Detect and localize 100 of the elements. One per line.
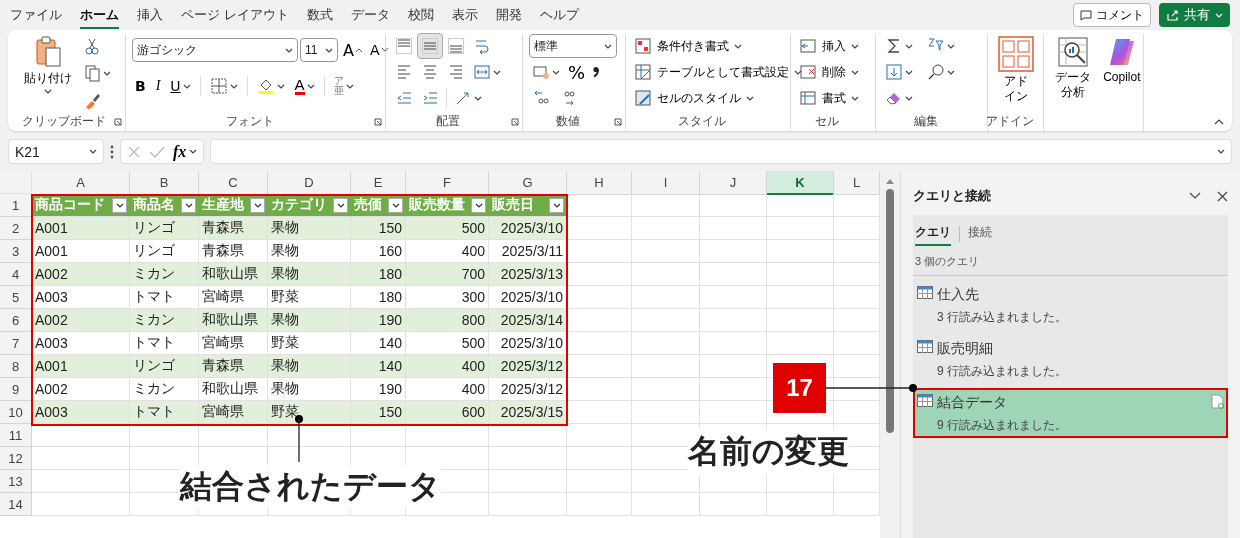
font-size-dropdown[interactable]: 11 xyxy=(300,38,338,62)
column-header[interactable]: K xyxy=(767,171,834,195)
filter-button[interactable] xyxy=(471,197,486,213)
row-header[interactable]: 14 xyxy=(0,493,32,516)
dialog-launcher-icon[interactable] xyxy=(614,118,622,126)
ribbon-tab[interactable]: ページ レイアウト xyxy=(181,1,289,29)
filter-button[interactable] xyxy=(112,197,127,213)
row-header[interactable]: 3 xyxy=(0,240,32,263)
formula-input[interactable] xyxy=(210,139,1232,164)
ribbon-tab[interactable]: ヘルプ xyxy=(539,1,579,29)
ribbon-tab[interactable]: 数式 xyxy=(306,1,333,29)
empty-cell xyxy=(632,378,700,401)
table-cell: 2025/3/13 xyxy=(489,263,567,286)
column-header[interactable]: I xyxy=(632,171,700,195)
ribbon-tab[interactable]: 挿入 xyxy=(137,1,163,29)
filter-button[interactable] xyxy=(181,197,196,213)
filter-button[interactable] xyxy=(333,197,348,213)
row-header[interactable]: 13 xyxy=(0,470,32,493)
group-label: クリップボード xyxy=(20,113,107,130)
row-header[interactable]: 11 xyxy=(0,424,32,447)
table-cell: 2025/3/10 xyxy=(489,217,567,240)
name-box[interactable]: K21 xyxy=(8,139,104,164)
ribbon-tab[interactable]: 校閲 xyxy=(407,1,434,29)
table-icon xyxy=(917,394,933,407)
font-dropdown[interactable]: 游ゴシック xyxy=(132,38,298,62)
row-header[interactable]: 12 xyxy=(0,447,32,470)
query-item[interactable]: 販売明細 9 行読み込まれました。 xyxy=(913,334,1228,384)
share-icon xyxy=(1166,9,1179,21)
column-header[interactable]: C xyxy=(199,171,268,195)
row-header[interactable]: 4 xyxy=(0,263,32,286)
cancel-icon[interactable] xyxy=(127,144,141,159)
refresh-document-icon[interactable] xyxy=(1211,394,1224,409)
row-header[interactable]: 9 xyxy=(0,378,32,401)
caret-icon xyxy=(182,83,191,89)
check-icon[interactable] xyxy=(149,144,165,159)
row-header[interactable]: 5 xyxy=(0,286,32,309)
align-middle-button[interactable] xyxy=(418,34,442,58)
row-header[interactable]: 7 xyxy=(0,332,32,355)
chevron-down-icon[interactable] xyxy=(1189,192,1201,200)
caret-icon xyxy=(1217,149,1225,154)
panel-tab[interactable]: 接続 xyxy=(968,221,992,246)
column-header[interactable]: D xyxy=(268,171,351,195)
row-header[interactable]: 2 xyxy=(0,217,32,240)
caret-icon xyxy=(905,95,913,101)
row-header[interactable]: 6 xyxy=(0,309,32,332)
filter-button[interactable] xyxy=(250,197,265,213)
font-color-button[interactable]: A xyxy=(291,74,318,98)
group-label: 数値 xyxy=(555,112,581,130)
caret-icon xyxy=(345,83,354,89)
column-header[interactable]: H xyxy=(567,171,632,195)
dialog-launcher-icon[interactable] xyxy=(374,118,382,126)
table-cell: 和歌山県 xyxy=(199,309,268,332)
comment-button[interactable]: コメント xyxy=(1073,3,1151,27)
analyze-data-button[interactable]: データ分析 xyxy=(1050,34,1096,111)
column-heading: 商品コード xyxy=(35,196,105,214)
paint-bucket-icon xyxy=(256,77,275,95)
phonetic-button[interactable]: ア亜 xyxy=(330,74,357,98)
paste-button[interactable]: 貼り付け xyxy=(20,34,76,112)
query-item[interactable]: 結合データ 9 行読み込まれました。 xyxy=(913,388,1228,438)
underline-button[interactable]: U xyxy=(167,74,194,98)
query-item[interactable]: 仕入先 3 行読み込まれました。 xyxy=(913,280,1228,330)
ribbon-tab[interactable]: ホーム xyxy=(80,1,119,29)
collapse-ribbon-icon[interactable] xyxy=(1214,119,1224,125)
empty-cell xyxy=(567,470,632,493)
percent-button[interactable]: % xyxy=(565,60,589,84)
share-button[interactable]: 共有 xyxy=(1159,3,1230,27)
filter-button[interactable] xyxy=(388,197,403,213)
copilot-button[interactable]: Copilot xyxy=(1099,34,1145,111)
column-header[interactable]: B xyxy=(130,171,199,195)
ribbon-tab[interactable]: データ xyxy=(350,1,390,29)
filter-button[interactable] xyxy=(549,197,564,213)
column-header[interactable]: J xyxy=(700,171,767,195)
delete-cells-icon xyxy=(799,63,817,81)
ribbon-tab[interactable]: 表示 xyxy=(451,1,478,29)
column-header[interactable]: L xyxy=(834,171,880,195)
row-header[interactable]: 1 xyxy=(0,194,32,217)
empty-cell xyxy=(567,286,632,309)
dialog-launcher-icon[interactable] xyxy=(511,118,519,126)
ribbon-tab[interactable]: 開発 xyxy=(495,1,522,29)
column-heading: 売価 xyxy=(354,196,382,214)
empty-cell xyxy=(834,401,880,424)
column-header[interactable]: F xyxy=(406,171,489,195)
ribbon-tab[interactable]: ファイル xyxy=(10,1,62,29)
add-ins-button[interactable]: アドイン xyxy=(994,34,1038,111)
italic-button[interactable]: I xyxy=(152,74,164,98)
dialog-launcher-icon[interactable] xyxy=(114,118,122,126)
column-header[interactable]: A xyxy=(32,171,130,195)
panel-tab[interactable]: クエリ xyxy=(915,221,951,246)
more-options-icon[interactable] xyxy=(110,144,114,159)
row-header[interactable]: 10 xyxy=(0,401,32,424)
column-header[interactable]: E xyxy=(351,171,406,195)
grow-font-button[interactable]: A xyxy=(340,38,365,62)
column-header[interactable]: G xyxy=(489,171,567,195)
close-icon[interactable] xyxy=(1217,190,1228,202)
shrink-font-button[interactable]: A xyxy=(366,38,391,62)
empty-cell xyxy=(767,493,834,516)
bold-button[interactable]: B xyxy=(132,74,149,98)
row-header[interactable]: 8 xyxy=(0,355,32,378)
number-format-dropdown[interactable]: 標準 xyxy=(529,34,617,58)
table-cell: 500 xyxy=(406,217,489,240)
